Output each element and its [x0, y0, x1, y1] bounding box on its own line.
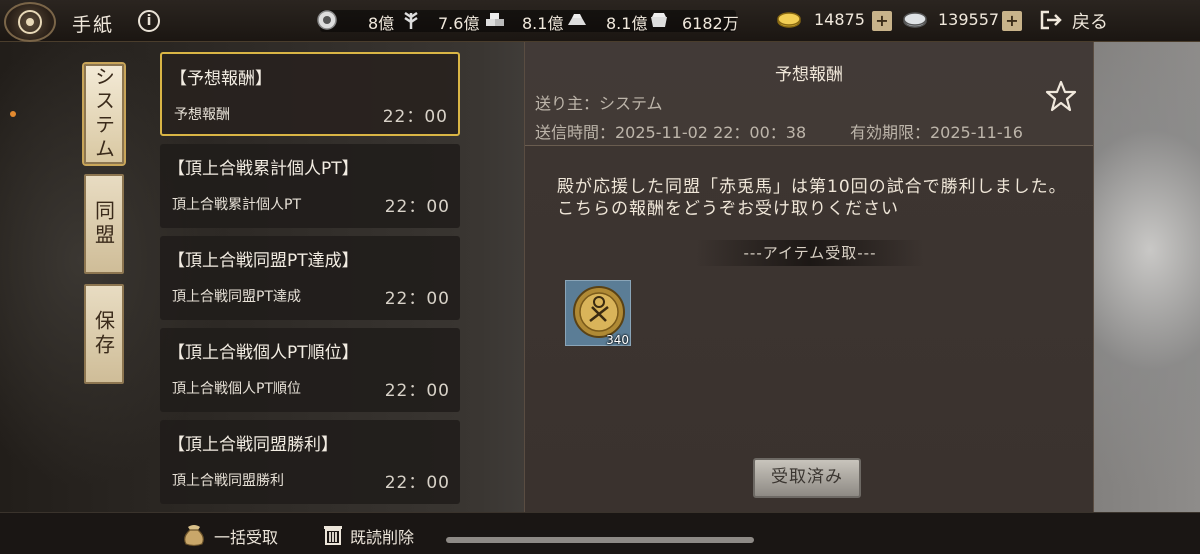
mail-item[interactable]: 【頂上合戦個人PT順位】 頂上合戦個人PT順位 22：00: [160, 328, 460, 412]
favorite-star-icon[interactable]: [1045, 80, 1077, 112]
mail-subject: 頂上合戦同盟勝利: [172, 473, 284, 489]
mail-time: 22：00: [384, 197, 450, 217]
mail-subject: 予想報酬: [174, 107, 230, 123]
bottom-bar: 一括受取 既読削除: [0, 512, 1200, 554]
resource-value-lumber: 7.6億: [438, 14, 480, 33]
reward-item[interactable]: 340: [565, 280, 631, 347]
silver-value: 139557: [938, 10, 1000, 29]
home-indicator[interactable]: [446, 537, 754, 543]
resource-value-iron: 8.1億: [606, 14, 648, 33]
mail-expiry: 有効期限：2025-11-16: [850, 123, 1023, 142]
bulk-claim-button[interactable]: 一括受取: [180, 519, 300, 549]
top-bar: 手紙 i 8億 7.6億 8.1億 8.1億 6182万 14875 + 139…: [0, 0, 1200, 42]
mail-item[interactable]: 【頂上合戦同盟勝利】 頂上合戦同盟勝利 22：00: [160, 420, 460, 504]
mail-detail-panel: 予想報酬 送り主：システム 送信時間：2025-11-02 22：00：38 有…: [524, 42, 1094, 512]
add-gold-button[interactable]: +: [872, 11, 892, 31]
bulk-claim-label: 一括受取: [214, 528, 279, 547]
mail-item[interactable]: 【予想報酬】 予想報酬 22：00: [160, 52, 460, 136]
mail-subject: 頂上合戦同盟PT達成: [172, 289, 301, 305]
unread-indicator-dot: [10, 111, 16, 117]
info-icon[interactable]: i: [138, 10, 160, 32]
mail-body: 殿が応援した同盟「赤兎馬」は第10回の試合で勝利しました。こちらの報酬をどうぞお…: [557, 177, 1067, 219]
mail-time: 22：00: [384, 473, 450, 493]
pouch-icon: [184, 525, 204, 547]
page-title: 手紙: [72, 14, 115, 36]
trash-icon: [324, 526, 342, 545]
items-header: ---アイテム受取---: [695, 240, 925, 266]
delete-read-label: 既読削除: [350, 528, 415, 547]
gold-coin-icon: [777, 12, 801, 28]
lumber-icon: [404, 11, 418, 29]
gold-value: 14875: [814, 10, 865, 29]
mail-subject: 頂上合戦個人PT順位: [172, 381, 301, 397]
item-count: 340: [606, 333, 629, 347]
back-button[interactable]: 戻る: [1040, 8, 1120, 34]
mail-time: 22：00: [384, 289, 450, 309]
back-label: 戻る: [1072, 12, 1108, 33]
delete-read-button[interactable]: 既読削除: [320, 519, 440, 549]
mail-title: 【予想報酬】: [170, 69, 272, 89]
gold-ingot-icon: [651, 13, 667, 27]
stone-icon: [486, 13, 504, 26]
mail-title: 【頂上合戦個人PT順位】: [168, 343, 359, 363]
rice-icon: [317, 10, 337, 30]
add-silver-button[interactable]: +: [1002, 11, 1022, 31]
claimed-button[interactable]: 受取済み: [753, 458, 861, 498]
mail-time: 22：00: [384, 381, 450, 401]
tab-system[interactable]: システム: [84, 64, 124, 164]
mail-title: 【頂上合戦同盟PT達成】: [168, 251, 359, 271]
mail-item[interactable]: 【頂上合戦同盟PT達成】 頂上合戦同盟PT達成 22：00: [160, 236, 460, 320]
mail-sent-time: 送信時間：2025-11-02 22：00：38: [535, 123, 807, 142]
mail-subject: 頂上合戦累計個人PT: [172, 197, 301, 213]
mail-list: 【予想報酬】 予想報酬 22：00 【頂上合戦累計個人PT】 頂上合戦累計個人P…: [156, 50, 464, 510]
silver-coin-icon: [903, 12, 927, 28]
iron-icon: [568, 14, 586, 25]
mail-sender: 送り主：システム: [535, 94, 663, 113]
mail-title: 【頂上合戦同盟勝利】: [168, 435, 338, 455]
resource-value-stone: 8.1億: [522, 14, 564, 33]
mail-detail-header: 予想報酬 送り主：システム 送信時間：2025-11-02 22：00：38 有…: [525, 42, 1093, 146]
mail-detail-title: 予想報酬: [775, 65, 843, 85]
mail-item[interactable]: 【頂上合戦累計個人PT】 頂上合戦累計個人PT 22：00: [160, 144, 460, 228]
mail-title: 【頂上合戦累計個人PT】: [168, 159, 359, 179]
clan-crest-icon[interactable]: [4, 2, 56, 42]
tab-saved[interactable]: 保存: [84, 284, 124, 384]
tab-alliance[interactable]: 同盟: [84, 174, 124, 274]
coin-icon: [573, 286, 625, 338]
exit-icon: [1040, 10, 1062, 30]
resource-value-ingot: 6182万: [682, 14, 739, 33]
resource-value-rice: 8億: [368, 14, 395, 33]
mail-time: 22：00: [382, 107, 448, 127]
